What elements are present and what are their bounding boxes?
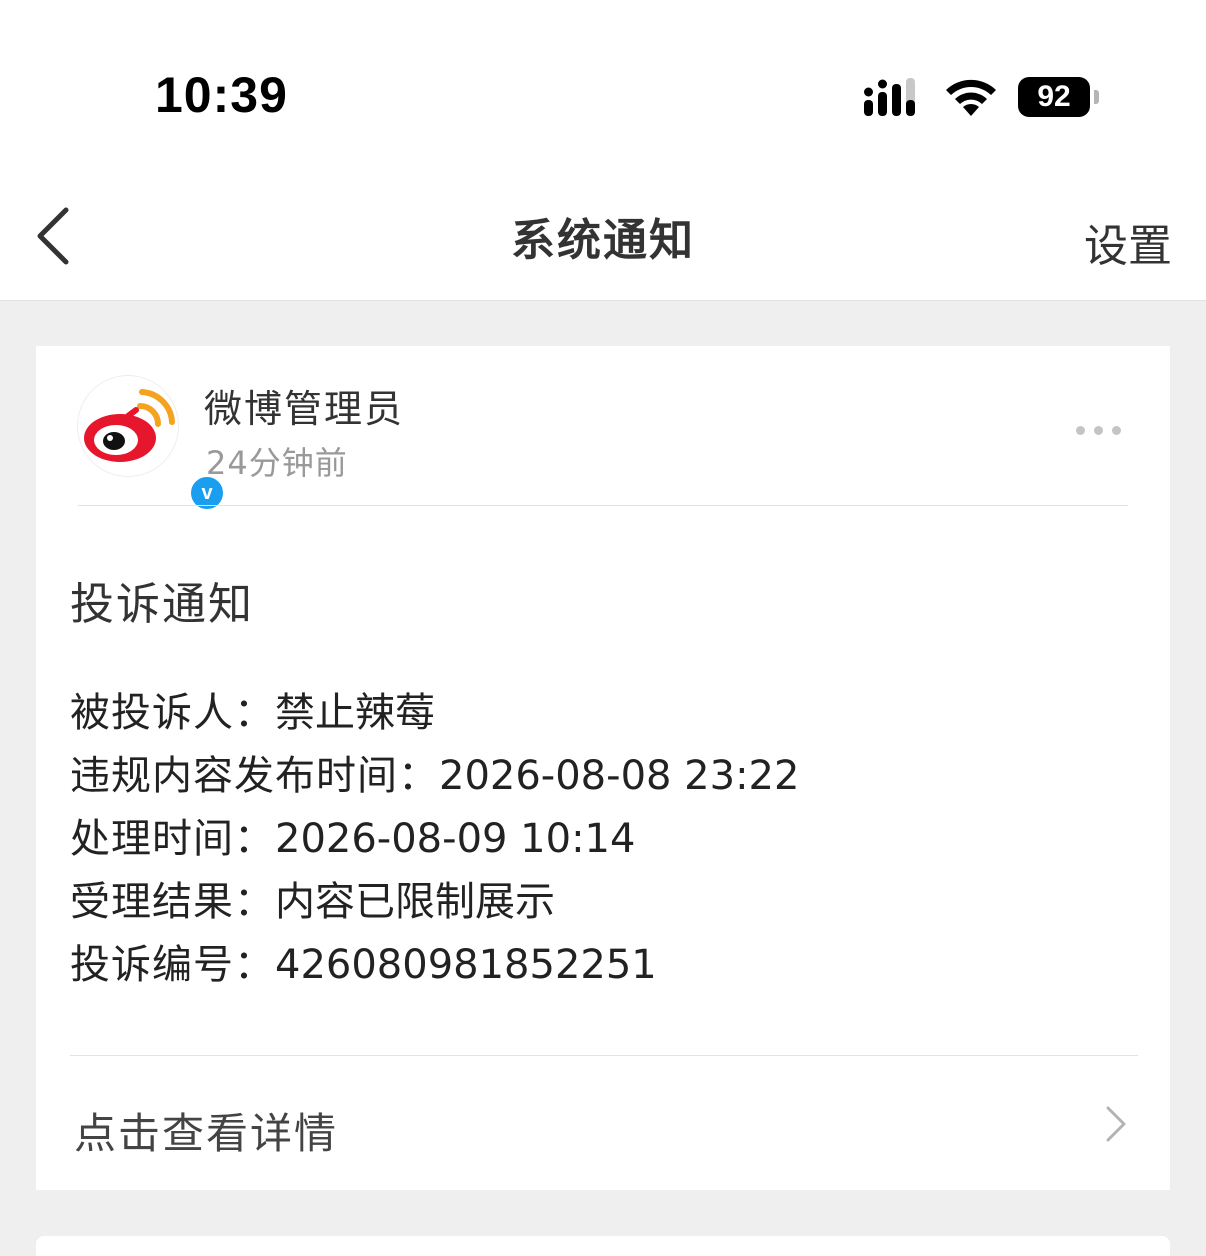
weibo-logo-icon: [84, 389, 175, 462]
detail-label: 违规内容发布时间：: [70, 753, 439, 799]
sender-name[interactable]: 微博管理员: [204, 378, 404, 433]
detail-value: 禁止辣莓: [275, 690, 435, 736]
settings-button[interactable]: 设置: [1084, 210, 1172, 274]
page-title: 系统通知: [511, 215, 695, 266]
next-notification-card: [36, 1236, 1170, 1256]
notification-card: v 微博管理员 24分钟前 投诉通知 被投诉人：禁止辣莓 违规内容发布时间：20…: [36, 346, 1170, 1190]
detail-row-publish-time: 违规内容发布时间：2026-08-08 23:22: [70, 745, 799, 808]
status-time: 10:39: [155, 67, 288, 123]
chevron-right-icon: [1106, 1106, 1126, 1142]
battery-icon: 92: [1018, 77, 1102, 119]
detail-row-complaint-id: 投诉编号：426080981852251: [70, 934, 799, 997]
detail-value: 2026-08-08 23:22: [439, 753, 800, 799]
detail-row-handle-time: 处理时间：2026-08-09 10:14: [70, 808, 799, 871]
detail-value: 2026-08-09 10:14: [275, 816, 636, 862]
wifi-icon: [946, 79, 996, 116]
message-title: 投诉通知: [70, 579, 254, 630]
nav-bar: 系统通知 设置: [0, 190, 1206, 301]
battery-tip: [1094, 90, 1099, 104]
view-details-link[interactable]: 点击查看详情: [36, 1056, 1170, 1190]
detail-row-complainee: 被投诉人：禁止辣莓: [70, 682, 799, 745]
detail-row-result: 受理结果：内容已限制展示: [70, 871, 799, 934]
detail-label: 投诉编号：: [70, 942, 275, 988]
avatar[interactable]: v: [78, 376, 226, 512]
detail-value: 426080981852251: [275, 942, 657, 988]
detail-label: 受理结果：: [70, 879, 275, 925]
status-bar: 10:39 92: [0, 0, 1206, 190]
detail-label: 被投诉人：: [70, 690, 275, 736]
cellular-signal-icon: [864, 78, 915, 116]
more-options-icon[interactable]: [1076, 420, 1130, 435]
detail-list: 被投诉人：禁止辣莓 违规内容发布时间：2026-08-08 23:22 处理时间…: [70, 682, 799, 997]
battery-level: 92: [1018, 77, 1090, 117]
detail-value: 内容已限制展示: [275, 879, 555, 925]
view-details-label: 点击查看详情: [74, 1109, 339, 1158]
sender-timestamp: 24分钟前: [206, 444, 348, 482]
divider: [78, 505, 1128, 506]
detail-label: 处理时间：: [70, 816, 275, 862]
